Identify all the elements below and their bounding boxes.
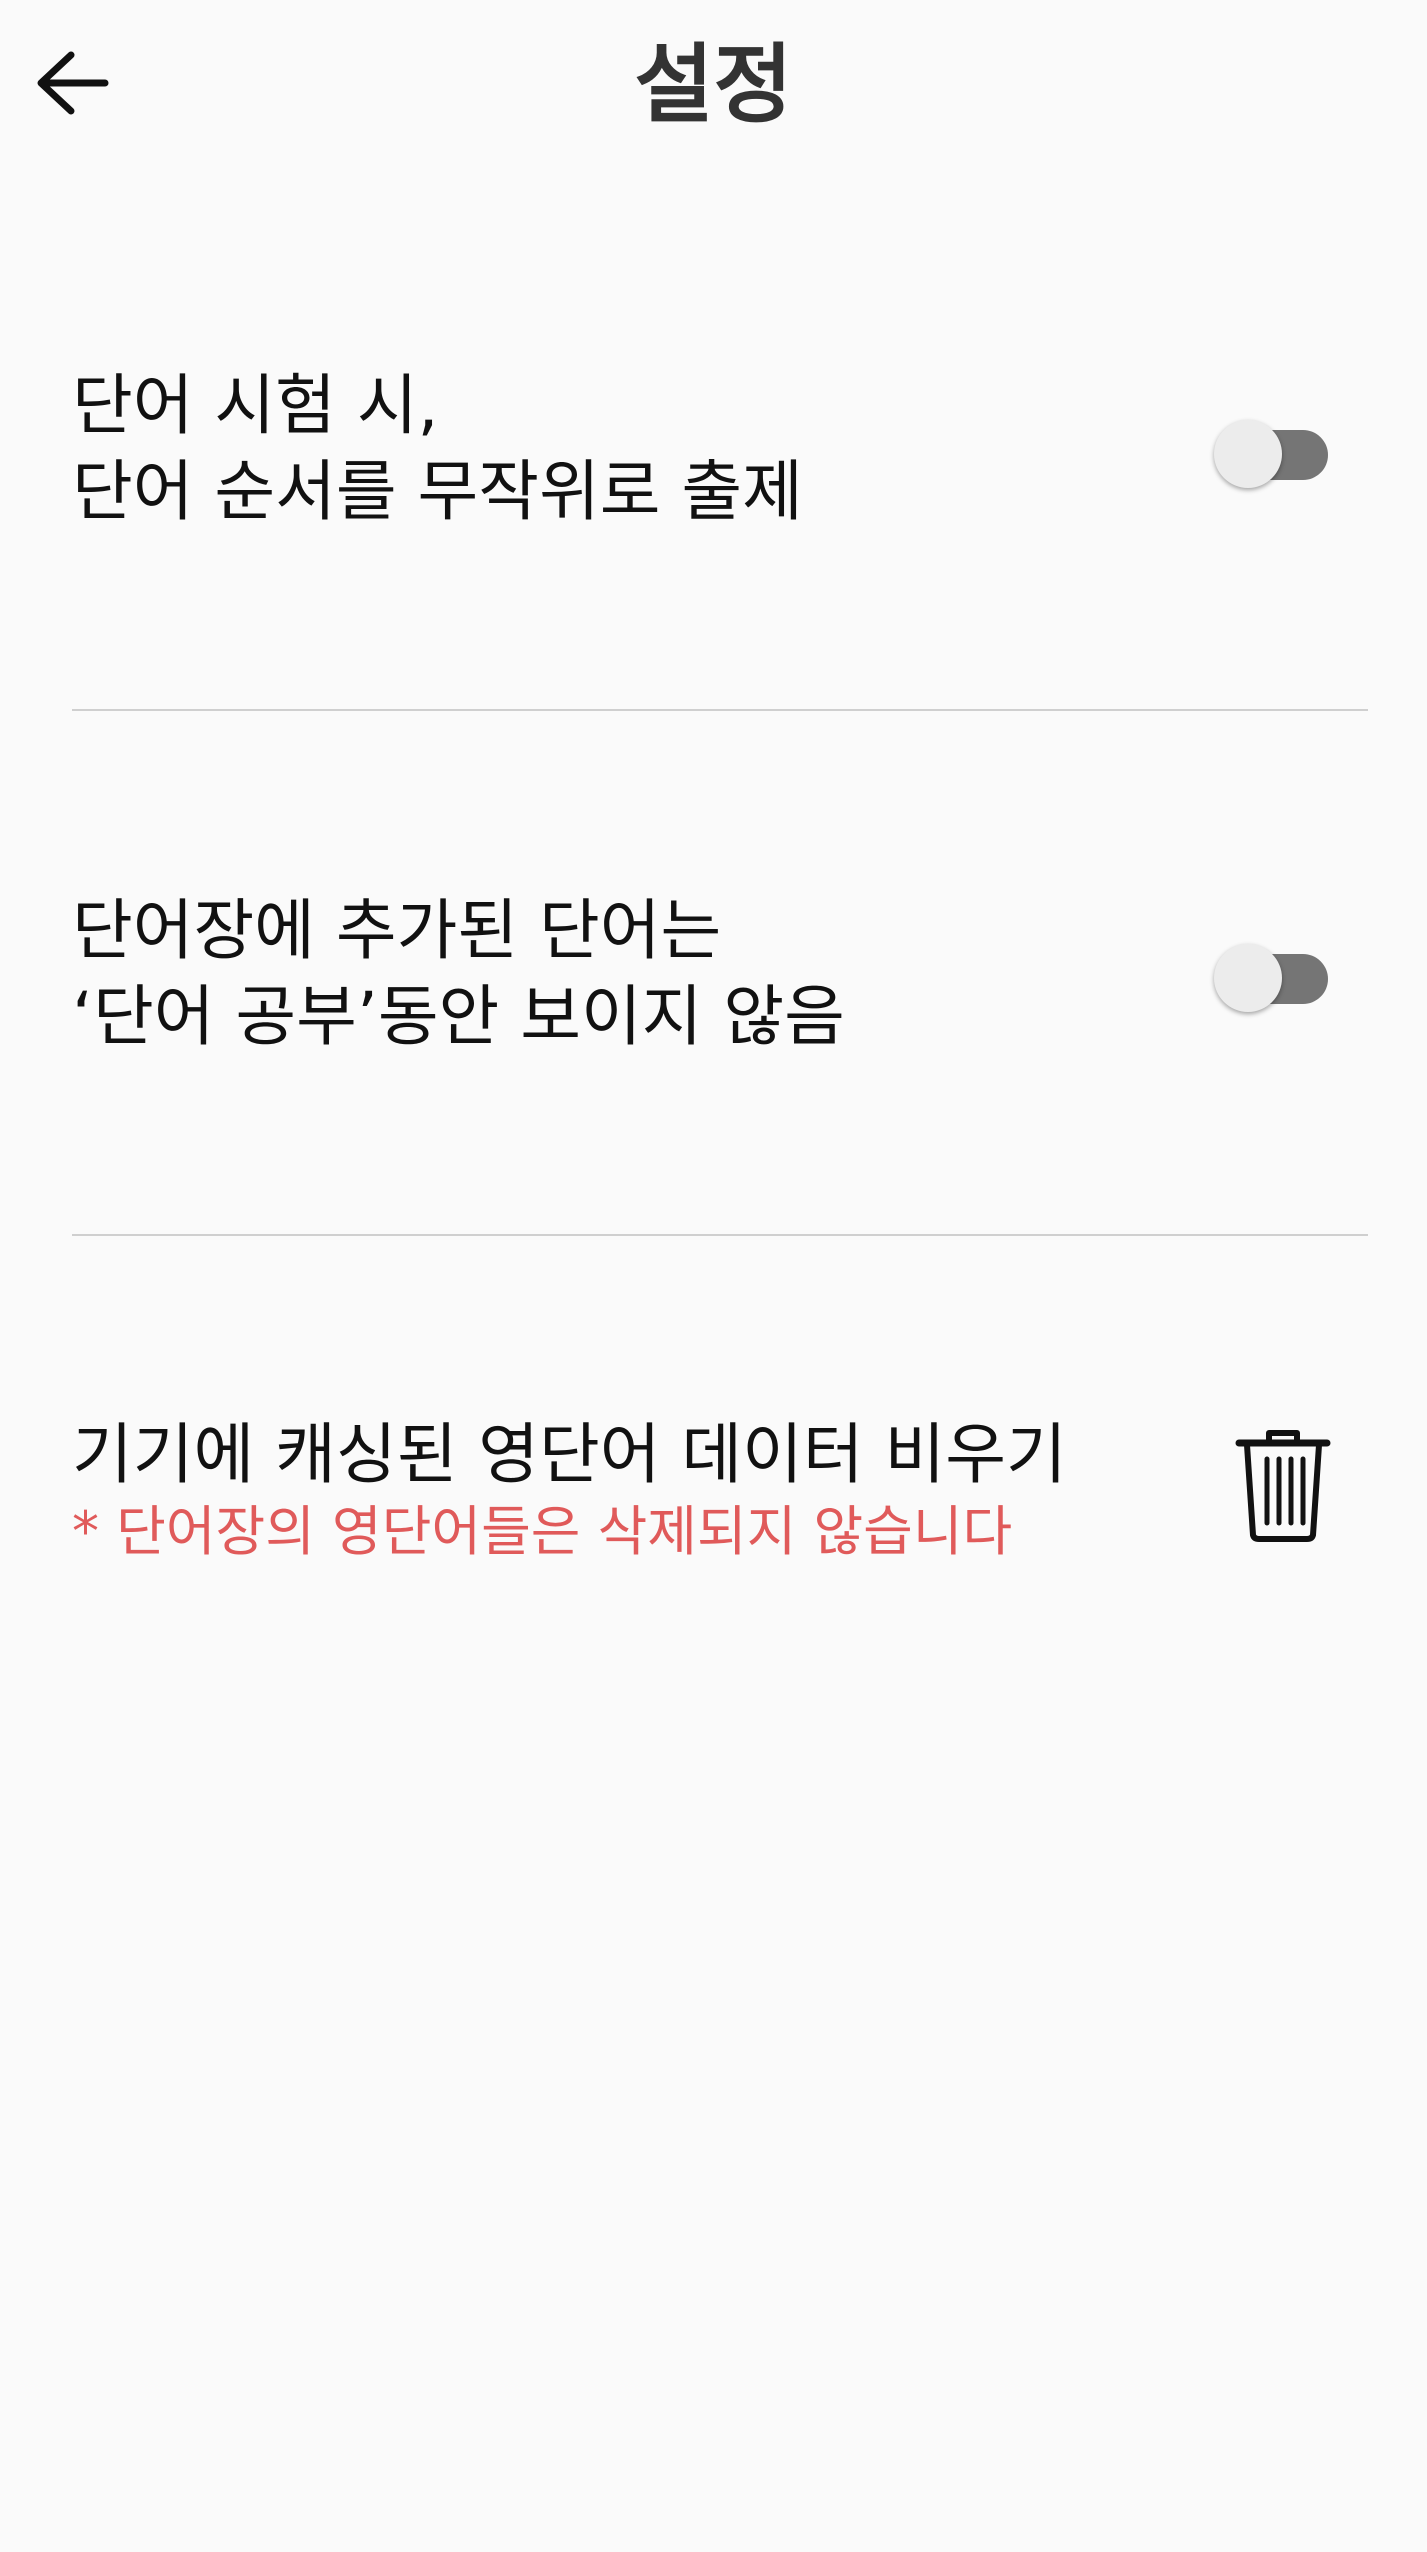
setting-hide-added-words-label-line2: ‘단어 공부’동안 보이지 않음 [72,978,845,1055]
hide-added-words-toggle[interactable] [1214,934,1334,1014]
setting-hide-added-words-label-line1: 단어장에 추가된 단어는 [72,892,722,969]
shuffle-quiz-toggle[interactable] [1214,410,1334,490]
toggle-thumb [1214,420,1282,488]
clear-cache-button[interactable] [1228,1420,1338,1550]
clear-cache-warning: * 단어장의 영단어들은 삭제되지 않습니다 [72,1500,1013,1563]
divider [72,709,1368,711]
toggle-thumb [1214,944,1282,1012]
settings-screen: 설정 단어 시험 시, 단어 순서를 무작위로 출제 단어장에 추가된 단어는 … [0,0,1427,2552]
setting-clear-cache-label: 기기에 캐싱된 영단어 데이터 비우기 [72,1416,1067,1493]
setting-shuffle-quiz-label-line2: 단어 순서를 무작위로 출제 [72,453,803,530]
setting-hide-added-words: 단어장에 추가된 단어는 ‘단어 공부’동안 보이지 않음 [72,888,1368,1060]
divider [72,1234,1368,1236]
page-title: 설정 [634,35,793,135]
trash-icon [1235,1430,1331,1542]
setting-shuffle-quiz-label-line1: 단어 시험 시, [72,367,439,444]
header: 설정 [0,0,1427,175]
setting-shuffle-quiz-label: 단어 시험 시, 단어 순서를 무작위로 출제 [72,363,1368,535]
setting-clear-cache: 기기에 캐싱된 영단어 데이터 비우기 * 단어장의 영단어들은 삭제되지 않습… [72,1412,1368,1564]
setting-shuffle-quiz: 단어 시험 시, 단어 순서를 무작위로 출제 [72,363,1368,535]
setting-hide-added-words-label: 단어장에 추가된 단어는 ‘단어 공부’동안 보이지 않음 [72,888,1368,1060]
